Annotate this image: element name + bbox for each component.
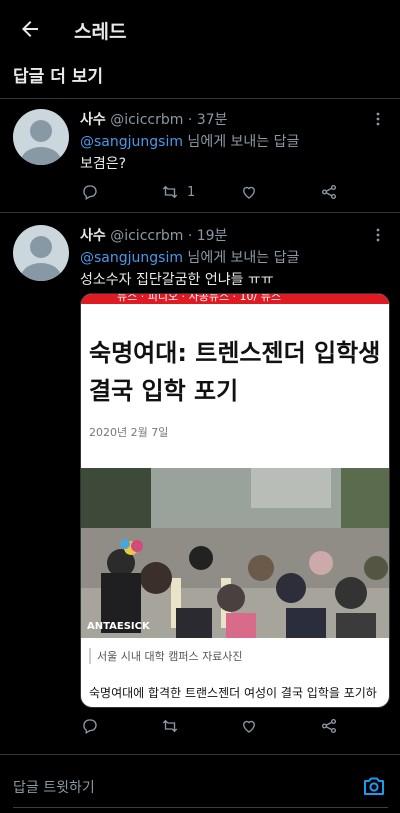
user-name[interactable]: 사수 bbox=[80, 228, 106, 244]
page-title: 스레드 bbox=[74, 21, 127, 43]
input-underline bbox=[13, 807, 388, 808]
retweet-icon bbox=[162, 719, 178, 733]
retweet-icon bbox=[162, 185, 178, 199]
news-photo: ANTAESICK bbox=[81, 468, 389, 638]
reply-button[interactable] bbox=[81, 183, 99, 201]
headline-line-2: 결국 입학 포기 bbox=[89, 377, 239, 405]
replying-to-label: 님에게 보내는 답글 bbox=[182, 134, 300, 150]
user-handle[interactable]: @iciccrbm bbox=[110, 112, 183, 128]
share-button[interactable] bbox=[320, 717, 338, 735]
replying-to: @sangjungsim 님에게 보내는 답글 bbox=[80, 131, 299, 151]
like-button[interactable] bbox=[240, 183, 258, 201]
photo-credit: ANTAESICK bbox=[87, 621, 150, 632]
retweet-button[interactable] bbox=[161, 717, 179, 735]
back-arrow-icon[interactable] bbox=[18, 17, 42, 41]
timestamp[interactable]: 19분 bbox=[197, 228, 228, 244]
separator-dot: · bbox=[187, 112, 193, 128]
user-name[interactable]: 사수 bbox=[80, 112, 106, 128]
more-options-icon[interactable] bbox=[370, 227, 386, 243]
tweet-header: 사수 @iciccrbm · 37분 bbox=[80, 109, 227, 129]
avatar[interactable] bbox=[13, 225, 69, 281]
heart-icon bbox=[243, 186, 255, 199]
news-body-text: 숙명여대에 합격한 트랜스젠더 여성이 결국 입학을 포기하 bbox=[89, 686, 377, 700]
user-handle[interactable]: @iciccrbm bbox=[110, 228, 183, 244]
camera-icon[interactable] bbox=[362, 774, 386, 798]
mention-link[interactable]: @sangjungsim bbox=[80, 250, 183, 266]
replying-to: @sangjungsim 님에게 보내는 답글 bbox=[80, 247, 299, 267]
photo-caption: 서울 시내 대학 캠퍼스 자료사진 bbox=[89, 648, 243, 664]
tweet-text: 보겸은? bbox=[80, 156, 127, 172]
news-headline: 숙명여대: 트렌스젠더 입학생 결국 입학 포기 bbox=[89, 334, 389, 410]
section-title: 답글 더 보기 bbox=[13, 67, 104, 87]
retweet-button[interactable]: 1 bbox=[161, 183, 195, 201]
news-site-bar: 뉴스 · 피디오 · 사공뉴스 · 10/ 뉴스 bbox=[81, 294, 389, 304]
reply-compose-bar: 답글 트윗하기 bbox=[0, 754, 400, 813]
crowd-photo-illustration bbox=[81, 468, 389, 638]
mention-link[interactable]: @sangjungsim bbox=[80, 134, 183, 150]
news-image-card[interactable]: 뉴스 · 피디오 · 사공뉴스 · 10/ 뉴스 숙명여대: 트렌스젠더 입학생… bbox=[80, 293, 390, 708]
timestamp[interactable]: 37분 bbox=[197, 112, 228, 128]
tweet-text: 성소수자 집단갈굼한 언냐들 ㅠㅠ bbox=[80, 272, 274, 288]
share-icon bbox=[321, 184, 337, 200]
divider bbox=[0, 754, 400, 755]
share-icon bbox=[321, 718, 337, 734]
top-bar: 스레드 bbox=[0, 0, 400, 58]
news-date: 2020년 2월 7일 bbox=[89, 426, 169, 439]
avatar[interactable] bbox=[13, 109, 69, 165]
reply-icon bbox=[83, 185, 97, 200]
divider bbox=[0, 98, 400, 99]
divider bbox=[0, 212, 400, 213]
separator-dot: · bbox=[187, 228, 193, 244]
reply-icon bbox=[83, 719, 97, 734]
reply-button[interactable] bbox=[81, 717, 99, 735]
tweet-actions bbox=[0, 717, 400, 739]
news-site-bar-text: 뉴스 · 피디오 · 사공뉴스 · 10/ 뉴스 bbox=[117, 293, 281, 303]
reply-input[interactable]: 답글 트윗하기 bbox=[13, 777, 95, 797]
tweet-actions: 1 bbox=[0, 183, 400, 205]
heart-icon bbox=[243, 720, 255, 733]
retweet-count: 1 bbox=[187, 184, 196, 200]
tweet-header: 사수 @iciccrbm · 19분 bbox=[80, 225, 227, 245]
like-button[interactable] bbox=[240, 717, 258, 735]
headline-line-1: 숙명여대: 트렌스젠더 입학생 bbox=[89, 339, 381, 367]
share-button[interactable] bbox=[320, 183, 338, 201]
more-options-icon[interactable] bbox=[370, 111, 386, 127]
replying-to-label: 님에게 보내는 답글 bbox=[182, 250, 300, 266]
